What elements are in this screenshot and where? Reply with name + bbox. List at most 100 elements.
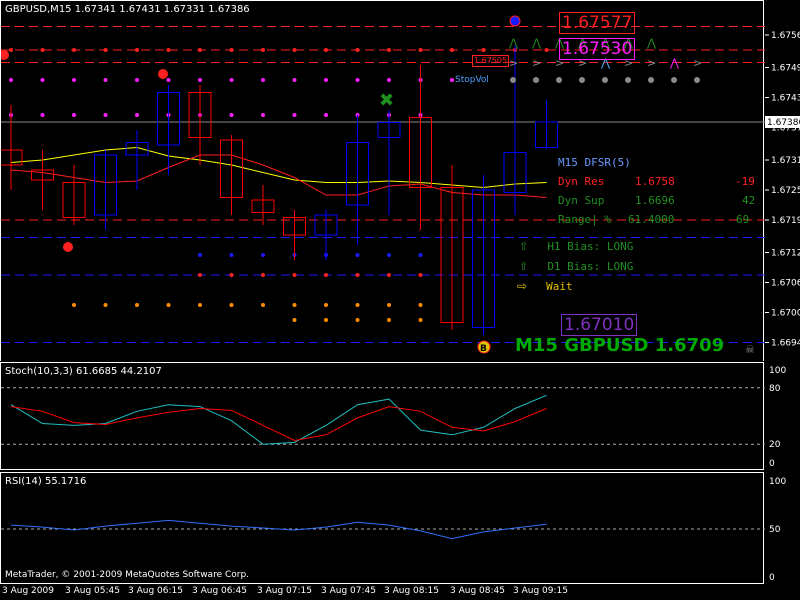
indicator-dot — [355, 78, 360, 82]
price-tick-label: 1.67310 — [771, 156, 800, 166]
indicator-dot — [72, 303, 76, 307]
indicator-dot — [198, 273, 202, 277]
indicator-dot — [229, 273, 234, 277]
dfsr-range-value: 61.4000 — [628, 213, 675, 226]
stoch-level-label: 80 — [769, 384, 781, 394]
indicator-dot — [261, 273, 265, 277]
indicator-dot — [166, 48, 171, 52]
indicator-dot — [135, 78, 139, 82]
small-level-label: 1.67505 — [472, 55, 510, 67]
indicator-dot — [261, 78, 265, 82]
status-dot-icon — [625, 77, 631, 83]
fractal-down-icon — [63, 242, 73, 252]
rsi-pane[interactable]: 100 50 0 RSI(14) 55.1716 — [0, 472, 786, 584]
up-arrow-icon: ⋀ — [646, 37, 657, 50]
big-price-label: M15 GBPUSD 1.6709 — [515, 335, 725, 356]
time-axis-label: 3 Aug 08:15 — [384, 586, 439, 596]
up-arrow-icon: ⇧ — [519, 240, 529, 253]
rsi-level-label: 50 — [769, 525, 781, 535]
indicator-dot — [544, 48, 549, 52]
indicator-dot — [229, 78, 234, 82]
up-arrow-icon: ⋀ — [531, 37, 542, 50]
mid-level-label: 1.67530 — [559, 38, 636, 60]
indicator-dot — [261, 303, 265, 307]
status-dot-icon — [579, 77, 585, 83]
d1-bias-row: ⇧ D1 Bias: LONG — [519, 255, 633, 274]
price-tick-label: 1.67065 — [771, 279, 800, 289]
price-tick-label: 1.67005 — [771, 309, 800, 319]
symbol-title: GBPUSD,M15 1.67341 1.67431 1.67331 1.673… — [5, 4, 250, 15]
direction-arrow-icon: > — [509, 57, 518, 70]
fractal-up-icon — [158, 69, 168, 79]
direction-arrow-icon: > — [532, 57, 541, 70]
rsi-level-label: 0 — [769, 573, 775, 583]
time-axis-label: 3 Aug 08:45 — [450, 586, 505, 596]
h1-bias-text: H1 Bias: LONG — [547, 240, 634, 253]
main-chart-pane[interactable]: 1.675601.674951.674351.673751.673101.672… — [0, 0, 800, 361]
price-tick-label: 1.67560 — [771, 31, 800, 41]
time-axis-label: 3 Aug 06:45 — [192, 586, 247, 596]
time-axis-label: 3 Aug 09:15 — [513, 586, 568, 596]
indicator-dot — [324, 318, 328, 322]
indicator-dot — [9, 78, 13, 82]
buy-marker-text: B — [480, 344, 487, 354]
status-dot-icon — [648, 77, 654, 83]
indicator-dot — [261, 48, 265, 52]
indicator-dot — [292, 48, 297, 52]
signal-text: Wait — [546, 280, 573, 293]
indicator-dot — [450, 78, 454, 82]
stopvol-label: StopVol — [455, 75, 489, 85]
time-axis-label: 3 Aug 07:15 — [257, 586, 312, 596]
signal-row: ⇨ Wait — [517, 275, 573, 294]
indicator-dot — [229, 113, 234, 117]
indicator-dot — [324, 303, 328, 307]
indicator-dot — [292, 113, 297, 117]
direction-arrow-icon: > — [693, 57, 702, 70]
stoch-level-label: 20 — [769, 440, 781, 450]
indicator-dot — [387, 303, 391, 307]
up-arrow-icon: ⇧ — [519, 260, 529, 273]
top-marker-icon — [509, 15, 521, 27]
dfsr-range-pips: 69 — [736, 213, 750, 226]
indicator-dot — [135, 303, 139, 307]
price-tick-label: 1.66945 — [771, 339, 800, 349]
stochastic-pane[interactable]: 100 80 20 0 Stoch(10,3,3) 61.6685 44.2107 — [0, 362, 786, 470]
dfsr-sup-label: Dyn Sup — [558, 194, 605, 207]
right-arrow-icon: ⇨ — [517, 279, 528, 293]
dyn-res-level-label: 1.67577 — [559, 12, 636, 34]
indicator-dot — [40, 78, 45, 82]
up-arrow-icon: ⋀ — [508, 37, 519, 50]
indicator-dot — [355, 318, 360, 322]
indicator-dot — [387, 318, 391, 322]
indicator-dot — [387, 48, 391, 52]
indicator-dot — [103, 303, 108, 307]
indicator-dot — [229, 253, 234, 257]
dfsr-panel: M15 DFSR(5) Dyn Res 1.6758 -19 Dyn Sup 1… — [558, 156, 758, 226]
indicator-dot — [450, 48, 454, 52]
fast-ma-line — [10, 146, 547, 189]
status-dot-icon — [510, 77, 516, 83]
time-axis-label: 3 Aug 05:45 — [65, 586, 120, 596]
indicator-dot — [355, 253, 360, 257]
stoch-main-line — [10, 394, 547, 445]
fractal-up-icon — [1, 50, 9, 60]
indicator-dot — [9, 48, 13, 52]
stochastic-svg: 100 80 20 0 — [1, 366, 786, 469]
status-dot-icon — [556, 77, 562, 83]
dfsr-res-row: Dyn Res 1.6758 -19 — [558, 175, 758, 188]
indicator-dot — [324, 48, 328, 52]
indicator-dot — [292, 273, 297, 277]
stoch-signal-line — [10, 406, 547, 441]
dfsr-sup-row: Dyn Sup 1.6696 42 — [558, 194, 758, 207]
dfsr-res-label: Dyn Res — [558, 175, 605, 188]
time-axis-label: 3 Aug 07:45 — [321, 586, 376, 596]
stoch-title: Stoch(10,3,3) 61.6685 44.2107 — [5, 366, 162, 377]
indicator-dot — [418, 253, 423, 257]
copyright-text: MetaTrader, © 2001-2009 MetaQuotes Softw… — [5, 570, 250, 580]
dyn-sup-level-label: 1.67010 — [561, 314, 638, 336]
indicator-dot — [292, 303, 297, 307]
indicator-dot — [40, 48, 45, 52]
indicator-dot — [418, 303, 423, 307]
rsi-level-label: 100 — [769, 477, 786, 487]
indicator-dot — [292, 78, 297, 82]
